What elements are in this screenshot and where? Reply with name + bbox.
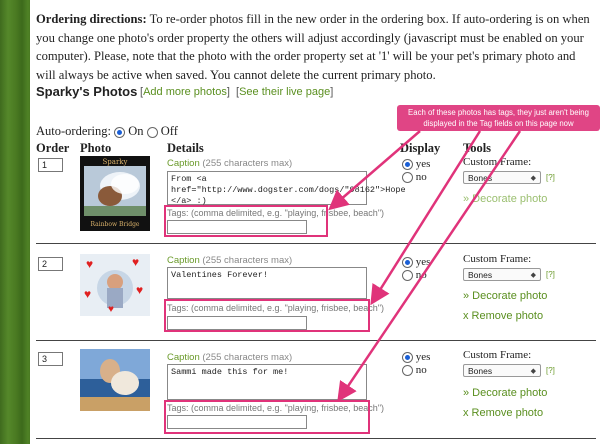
photo-thumbnail[interactable]	[80, 349, 150, 411]
auto-ordering-on-radio[interactable]	[114, 126, 126, 138]
photo-thumbnail[interactable]: Sparky Rainbow Bridge	[80, 156, 150, 231]
highlight-box	[164, 400, 370, 434]
help-link[interactable]: [?]	[546, 270, 555, 279]
decorate-photo-link[interactable]: » Decorate photo	[463, 193, 547, 205]
photo-1-bottom-text: Rainbow Bridge	[91, 221, 140, 228]
remove-photo-link[interactable]: x Remove photo	[463, 310, 543, 322]
display-options: yes no	[402, 256, 430, 282]
highlight-box	[164, 299, 370, 332]
display-yes-radio[interactable]	[402, 351, 413, 363]
header-details: Details	[167, 141, 204, 155]
header-order: Order	[36, 141, 70, 155]
custom-frame-label: Custom Frame:	[463, 349, 532, 361]
photo-3-image	[80, 349, 150, 411]
annotation-callout: Each of these photos has tags, they just…	[397, 105, 600, 131]
display-no-radio[interactable]	[402, 171, 413, 183]
help-link[interactable]: [?]	[546, 173, 555, 182]
section-title: Sparky's Photos	[36, 84, 138, 99]
help-link[interactable]: [?]	[546, 366, 555, 375]
live-page-link[interactable]: See their live page	[239, 86, 330, 98]
remove-photo-link[interactable]: x Remove photo	[463, 407, 543, 419]
order-input[interactable]: 3	[38, 352, 63, 366]
header-display: Display	[400, 141, 441, 155]
auto-ordering-off-radio[interactable]	[146, 126, 158, 138]
caption-textarea[interactable]: Valentines Forever!	[167, 267, 367, 299]
photo-thumbnail[interactable]: ♥ ♥ ♥ ♥ ♥	[80, 254, 150, 316]
caption-label: Caption (255 characters max)	[167, 255, 293, 266]
custom-frame-label: Custom Frame:	[463, 253, 532, 265]
svg-text:♥: ♥	[86, 257, 93, 271]
svg-text:♥: ♥	[132, 255, 139, 269]
page: Ordering directions: To re-order photos …	[30, 0, 600, 444]
header-photo: Photo	[80, 141, 112, 155]
display-no-radio[interactable]	[402, 269, 413, 281]
caption-textarea[interactable]: Sammi made this for me!	[167, 364, 367, 400]
svg-text:♥: ♥	[84, 287, 91, 301]
auto-ordering-on-label: On	[128, 124, 144, 138]
caption-label: Caption (255 characters max)	[167, 352, 293, 363]
svg-text:♥: ♥	[136, 283, 143, 297]
svg-text:♥: ♥	[108, 304, 114, 315]
section-links: [Add more photos] [See their live page]	[140, 86, 334, 98]
order-input[interactable]: 2	[38, 257, 63, 271]
photo-2-image: ♥ ♥ ♥ ♥ ♥	[80, 254, 150, 316]
display-no-radio[interactable]	[402, 364, 413, 376]
photo-1-image: Sparky Rainbow Bridge	[80, 156, 150, 231]
highlight-box	[164, 205, 328, 237]
display-yes-radio[interactable]	[402, 158, 413, 170]
custom-frame-select[interactable]: Bones ◆	[463, 171, 541, 184]
auto-ordering: Auto-ordering: On Off	[36, 124, 178, 139]
directions-heading: Ordering directions:	[36, 12, 147, 26]
auto-ordering-label: Auto-ordering:	[36, 124, 111, 138]
row-divider	[36, 243, 596, 244]
auto-ordering-off-label: Off	[160, 124, 178, 138]
display-yes-radio[interactable]	[402, 256, 413, 268]
display-options: yes no	[402, 158, 430, 184]
ordering-directions: Ordering directions: To re-order photos …	[36, 10, 596, 84]
custom-frame-label: Custom Frame:	[463, 156, 532, 168]
photo-1-top-text: Sparky	[103, 158, 128, 166]
caption-textarea[interactable]: From <a href="http://www.dogster.com/dog…	[167, 171, 406, 206]
order-input[interactable]: 1	[38, 158, 63, 172]
row-divider	[36, 438, 596, 439]
display-options: yes no	[402, 351, 430, 377]
header-tools: Tools	[463, 141, 492, 155]
custom-frame-select[interactable]: Bones ◆	[463, 268, 541, 281]
caption-label: Caption (255 characters max)	[167, 158, 293, 169]
add-photos-link[interactable]: Add more photos	[143, 86, 227, 98]
row-divider	[36, 340, 596, 341]
custom-frame-select[interactable]: Bones ◆	[463, 364, 541, 377]
decorate-photo-link[interactable]: » Decorate photo	[463, 290, 547, 302]
decorate-photo-link[interactable]: » Decorate photo	[463, 387, 547, 399]
